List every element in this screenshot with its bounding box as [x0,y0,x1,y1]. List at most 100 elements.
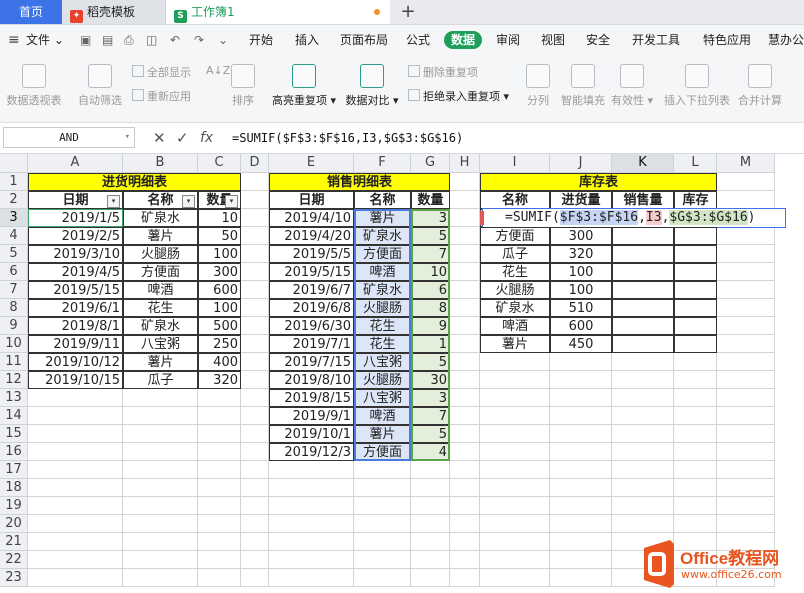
grid-cell[interactable] [269,515,354,533]
grid-cell[interactable] [241,335,269,353]
row-header-11[interactable]: 11 [0,353,28,371]
purchase-header-2[interactable]: 数量 ▾ [198,191,241,209]
grid-cell[interactable] [241,551,269,569]
row-header-1[interactable]: 1 [0,173,28,191]
purchase-name-cell[interactable]: 薯片 [123,353,198,371]
grid-cell[interactable] [123,533,198,551]
sales-name-cell[interactable]: 矿泉水 [354,281,411,299]
sales-qty-cell[interactable]: 5 [411,353,450,371]
menu-insert[interactable]: 插入 [295,25,319,55]
row-header-7[interactable]: 7 [0,281,28,299]
sales-name-cell[interactable]: 花生 [354,335,411,353]
grid-cell[interactable] [480,533,550,551]
purchase-qty-cell[interactable]: 100 [198,299,241,317]
cancel-formula-icon[interactable]: ✕ [153,128,166,148]
grid-cell[interactable] [717,245,775,263]
grid-cell[interactable] [717,263,775,281]
grid-cell[interactable] [480,479,550,497]
new-tab-button[interactable]: + [396,0,420,24]
menu-huibangong[interactable]: 慧办公 [768,25,804,55]
sales-qty-cell[interactable]: 8 [411,299,450,317]
smart-fill-button[interactable]: 智能填充 [558,64,608,108]
inventory-sales-cell[interactable] [612,245,674,263]
grid-cell[interactable] [717,497,775,515]
sales-name-cell[interactable]: 方便面 [354,245,411,263]
sales-qty-cell[interactable]: 7 [411,407,450,425]
inventory-sales-cell[interactable] [612,317,674,335]
hamburger-menu-icon[interactable]: ≡ [8,25,20,55]
purchase-date-cell[interactable]: 2019/1/5 [28,209,123,227]
grid-cell[interactable] [198,533,241,551]
confirm-formula-icon[interactable]: ✓ [176,128,189,148]
grid-cell[interactable] [198,497,241,515]
column-header-g[interactable]: G [411,154,450,173]
grid-cell[interactable] [550,389,612,407]
grid-cell[interactable] [480,389,550,407]
purchase-date-cell[interactable]: 2019/2/5 [28,227,123,245]
row-header-16[interactable]: 16 [0,443,28,461]
column-header-k[interactable]: K [612,154,674,173]
inventory-purchase-cell[interactable]: 600 [550,317,612,335]
grid-cell[interactable] [450,353,480,371]
export-pdf-icon[interactable]: ▤ [102,25,113,55]
grid-cell[interactable] [450,389,480,407]
grid-cell[interactable] [674,497,717,515]
row-header-15[interactable]: 15 [0,425,28,443]
grid-cell[interactable] [717,335,775,353]
grid-cell[interactable] [550,479,612,497]
grid-cell[interactable] [674,389,717,407]
sales-qty-cell[interactable]: 1 [411,335,450,353]
menu-special[interactable]: 特色应用 [703,25,751,55]
grid-cell[interactable] [241,191,269,209]
text-to-columns-button[interactable]: 分列 [522,64,554,108]
grid-cell[interactable] [198,425,241,443]
grid-cell[interactable] [450,299,480,317]
inventory-purchase-cell[interactable]: 100 [550,263,612,281]
inventory-stock-cell[interactable] [674,245,717,263]
menu-formulas[interactable]: 公式 [406,25,430,55]
grid-cell[interactable] [354,479,411,497]
grid-cell[interactable] [28,479,123,497]
purchase-name-cell[interactable]: 方便面 [123,263,198,281]
grid-cell[interactable] [550,569,612,587]
sales-name-cell[interactable]: 火腿肠 [354,371,411,389]
grid-cell[interactable] [450,191,480,209]
inventory-purchase-cell[interactable]: 450 [550,335,612,353]
grid-cell[interactable] [550,551,612,569]
inventory-purchase-cell[interactable]: 320 [550,245,612,263]
grid-cell[interactable] [480,461,550,479]
menu-review[interactable]: 审阅 [496,25,520,55]
grid-cell[interactable] [269,569,354,587]
grid-cell[interactable] [28,533,123,551]
select-all-corner[interactable] [0,154,28,173]
grid-cell[interactable] [241,425,269,443]
menu-view[interactable]: 视图 [541,25,565,55]
grid-cell[interactable] [269,551,354,569]
grid-cell[interactable] [241,353,269,371]
grid-cell[interactable] [717,281,775,299]
grid-cell[interactable] [450,443,480,461]
column-header-b[interactable]: B [123,154,198,173]
row-header-20[interactable]: 20 [0,515,28,533]
row-header-6[interactable]: 6 [0,263,28,281]
purchase-name-cell[interactable]: 八宝粥 [123,335,198,353]
insert-dropdown-list-button[interactable]: 插入下拉列表 [662,64,732,108]
row-header-23[interactable]: 23 [0,569,28,587]
sales-header-2[interactable]: 数量 [411,191,450,209]
grid-cell[interactable] [717,479,775,497]
purchase-date-cell[interactable]: 2019/8/1 [28,317,123,335]
highlight-duplicates-button[interactable]: 高亮重复项 ▾ [272,64,336,108]
row-header-9[interactable]: 9 [0,317,28,335]
grid-cell[interactable] [450,281,480,299]
sales-name-cell[interactable]: 啤酒 [354,263,411,281]
purchase-name-cell[interactable]: 薯片 [123,227,198,245]
sales-qty-cell[interactable]: 30 [411,371,450,389]
grid-cell[interactable] [241,245,269,263]
inventory-name-cell[interactable]: 薯片 [480,335,550,353]
reject-duplicates-button[interactable]: 拒绝录入重复项 ▾ [408,88,509,104]
editing-cell-k3[interactable]: =SUMIF($F$3:$F$16,I3,$G$3:$G$16) [482,208,786,228]
inventory-stock-cell[interactable] [674,263,717,281]
column-header-l[interactable]: L [674,154,717,173]
row-header-4[interactable]: 4 [0,227,28,245]
purchase-qty-cell[interactable]: 400 [198,353,241,371]
